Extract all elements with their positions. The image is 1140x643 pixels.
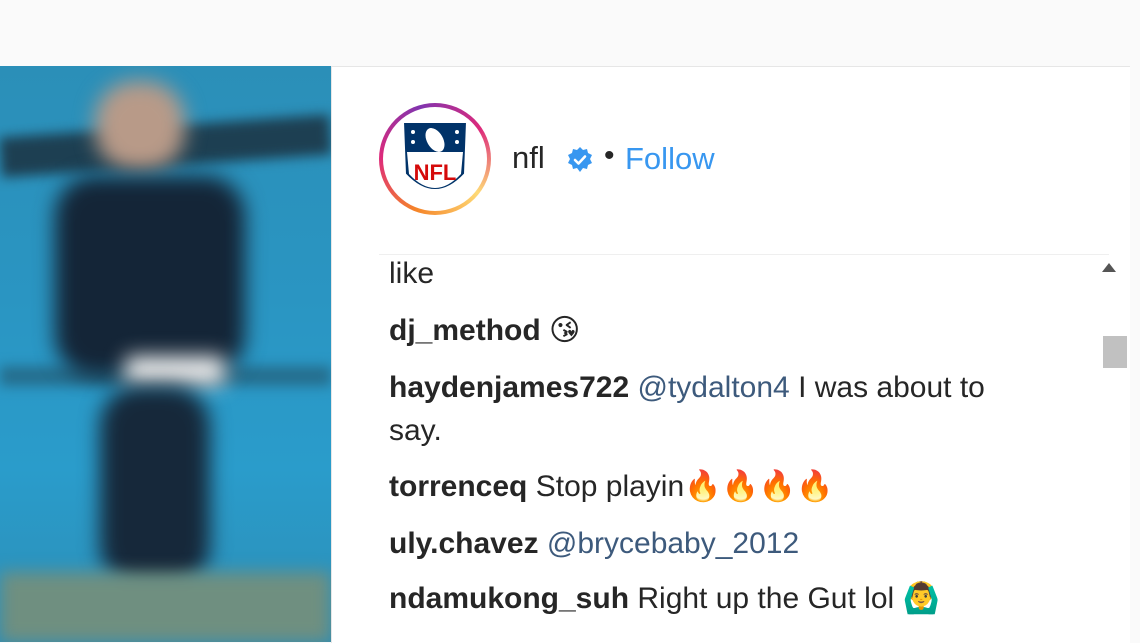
comment-username[interactable]: ndamukong_suh [389,582,629,615]
svg-text:NFL: NFL [414,160,457,185]
nfl-logo-icon: NFL [401,121,469,191]
comment-username[interactable]: dj_method [389,314,541,347]
post-media[interactable] [0,66,331,642]
avatar-image: NFL [383,107,487,211]
comment-text: like [389,257,435,290]
comment-text: Stop playin🔥🔥🔥🔥 [535,470,834,503]
comment-item: uly.chavez @brycebaby_2012 [389,522,1029,565]
verified-badge-icon [568,147,592,172]
comment-item: dj_method 😘 [389,309,1029,352]
follow-button[interactable]: Follow [625,141,715,177]
post-side-panel: NFL nfl • Follow like dj_method 😘 hayden… [331,66,1130,643]
comment-username[interactable]: haydenjames722 [389,371,629,404]
comments-list[interactable]: like dj_method 😘 haydenjames722 @tydalto… [389,254,1089,643]
post-header: NFL nfl • Follow [332,67,1130,253]
comment-mention[interactable]: @tydalton4 [638,371,790,404]
player-belt [125,356,225,386]
comment-username[interactable]: torrenceq [389,470,527,503]
chevron-up-icon[interactable] [1102,263,1116,272]
comment-text: Right up the Gut lol 🙆‍♂️ [637,582,940,615]
comment-mention[interactable]: @brycebaby_2012 [547,527,799,560]
player-body [55,176,245,376]
player-head [95,81,185,171]
comment-text: 😘 [549,314,581,347]
separator-dot: • [604,139,615,172]
comment-item: ndamukong_suh Right up the Gut lol 🙆‍♂️ [389,577,1029,620]
scrollbar-thumb[interactable] [1103,336,1127,368]
avatar[interactable]: NFL [379,103,491,215]
media-floor [0,572,331,642]
account-username[interactable]: nfl [512,140,545,176]
comment-username[interactable]: uly.chavez [389,527,539,560]
comment-item: torrenceq Stop playin🔥🔥🔥🔥 [389,465,1029,508]
comment-item: like [389,254,1029,295]
comment-item: haydenjames722 @tydalton4 I was about to… [389,366,1029,452]
top-bar [0,0,1140,66]
player-legs [100,386,210,586]
